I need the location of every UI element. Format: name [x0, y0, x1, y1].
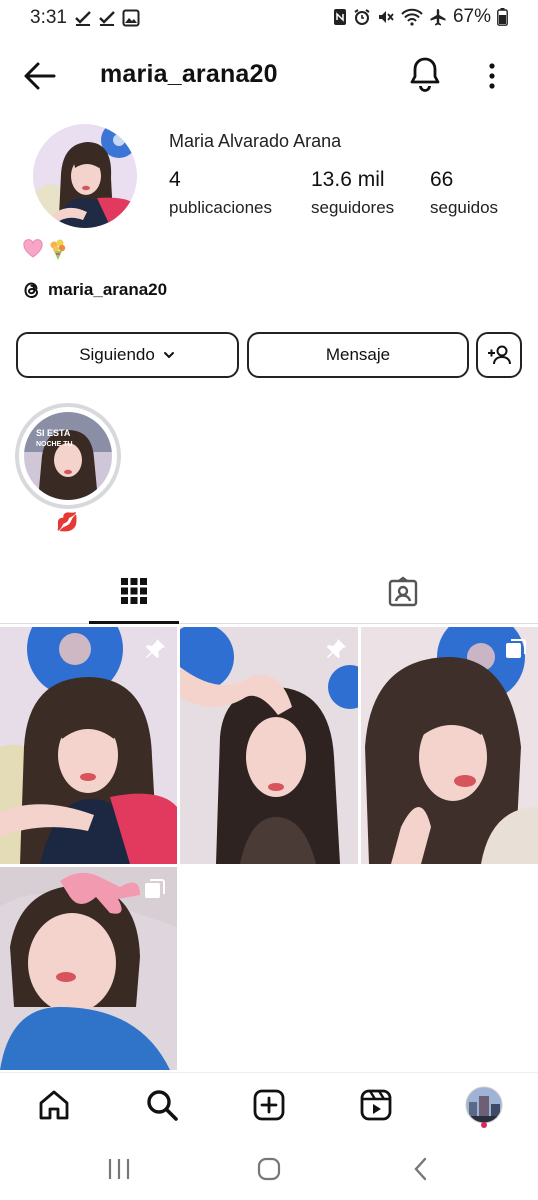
status-system-icons: 67%: [333, 6, 508, 28]
back-button[interactable]: [22, 58, 58, 94]
stat-posts-value: 4: [169, 168, 181, 191]
nfc-icon: [333, 9, 346, 25]
reels-icon: [360, 1089, 392, 1121]
add-post-icon: [253, 1089, 285, 1121]
wifi-icon: [401, 8, 423, 26]
post-photo: [180, 627, 358, 864]
post-photo: [361, 627, 538, 864]
highlight-cover: SI ESTA NOCHE TU: [24, 412, 112, 500]
recent-apps-icon: [108, 1159, 130, 1179]
check-icon: [99, 11, 115, 26]
profile-full-name: Maria Alvarado Arana: [169, 131, 342, 151]
bottom-navigation: [0, 1072, 538, 1136]
mute-icon: [378, 11, 394, 23]
highlight-label: 💋: [56, 512, 79, 532]
nav-search[interactable]: [142, 1085, 182, 1125]
airplane-icon: [430, 9, 446, 26]
post-thumbnail[interactable]: [180, 627, 358, 864]
highlight-cover-text-2: NOCHE TU: [36, 441, 73, 448]
image-icon: [122, 9, 140, 27]
nav-reels[interactable]: [356, 1085, 396, 1125]
home-circle-icon: [257, 1157, 281, 1181]
profile-photo: [33, 124, 137, 228]
home-icon: [39, 1090, 69, 1120]
stat-posts-label: publicaciones: [169, 198, 273, 217]
tab-tagged[interactable]: [358, 560, 448, 624]
post-photo: [0, 627, 177, 864]
recent-apps-button[interactable]: [101, 1154, 137, 1184]
nav-home[interactable]: [34, 1085, 74, 1125]
highlight-cover-text-1: SI ESTA: [36, 428, 71, 438]
post-thumbnail[interactable]: [0, 867, 177, 1070]
status-notification-icons: [74, 9, 140, 27]
grid-icon: [121, 577, 147, 604]
home-system-button[interactable]: [251, 1154, 287, 1184]
tab-posts-grid[interactable]: [89, 560, 179, 624]
profile-avatar[interactable]: [33, 124, 137, 228]
status-time: 3:31: [30, 7, 67, 28]
threads-handle: maria_arana20: [48, 280, 168, 299]
profile-username: maria_arana20: [100, 60, 278, 88]
bell-icon: [410, 57, 440, 92]
notifications-button[interactable]: [408, 55, 442, 93]
suggest-people-button[interactable]: [476, 332, 522, 378]
following-label: Siguiendo: [79, 345, 155, 364]
nav-profile[interactable]: [464, 1085, 504, 1125]
search-icon: [147, 1090, 178, 1121]
message-label: Mensaje: [325, 345, 391, 364]
system-navigation: [0, 1140, 538, 1200]
post-thumbnail[interactable]: [0, 627, 177, 864]
stat-following[interactable]: 66 seguidos: [430, 168, 498, 218]
profile-avatar: [465, 1086, 503, 1124]
more-options-button[interactable]: [482, 58, 502, 94]
carousel-icon: [506, 639, 526, 658]
tagged-icon: [388, 576, 418, 607]
back-system-button[interactable]: [403, 1154, 439, 1184]
following-button[interactable]: Siguiendo: [16, 332, 239, 378]
stat-followers-label: seguidores: [311, 198, 395, 217]
pin-icon: [327, 639, 346, 658]
check-icon: [75, 11, 91, 26]
carousel-icon: [145, 879, 165, 898]
alarm-icon: [354, 9, 370, 25]
status-bar: 3:31 67%: [0, 0, 538, 36]
post-thumbnail[interactable]: [361, 627, 538, 864]
threads-icon: [24, 282, 39, 299]
stat-followers[interactable]: 13.6 mil seguidores: [311, 168, 394, 218]
battery-percent: 67%: [452, 6, 491, 27]
battery-icon: [497, 8, 508, 26]
chevron-down-icon: [163, 352, 174, 359]
message-button[interactable]: Mensaje: [247, 332, 469, 378]
pink-heart-emoji: [23, 239, 43, 258]
bouquet-emoji: [50, 239, 66, 260]
more-vertical-icon: [489, 63, 495, 89]
story-highlight[interactable]: SI ESTA NOCHE TU: [15, 403, 121, 509]
stat-following-value: 66: [430, 168, 454, 191]
pin-icon: [146, 639, 165, 658]
stat-posts[interactable]: 4 publicaciones: [169, 168, 272, 218]
nav-create[interactable]: [249, 1085, 289, 1125]
profile-header: maria_arana20: [0, 50, 538, 100]
add-person-icon: [488, 345, 511, 365]
stat-following-label: seguidos: [430, 198, 499, 217]
threads-profile-link[interactable]: maria_arana20: [22, 280, 167, 300]
profile-bio: 🩷 💐: [22, 238, 70, 262]
notification-dot: [481, 1122, 487, 1128]
arrow-left-icon: [24, 62, 56, 90]
chevron-left-icon: [414, 1157, 427, 1181]
stat-followers-value: 13.6 mil: [311, 168, 385, 191]
highlight-cover-photo: SI ESTA NOCHE TU: [24, 412, 112, 500]
profile-tabs: [0, 560, 538, 624]
